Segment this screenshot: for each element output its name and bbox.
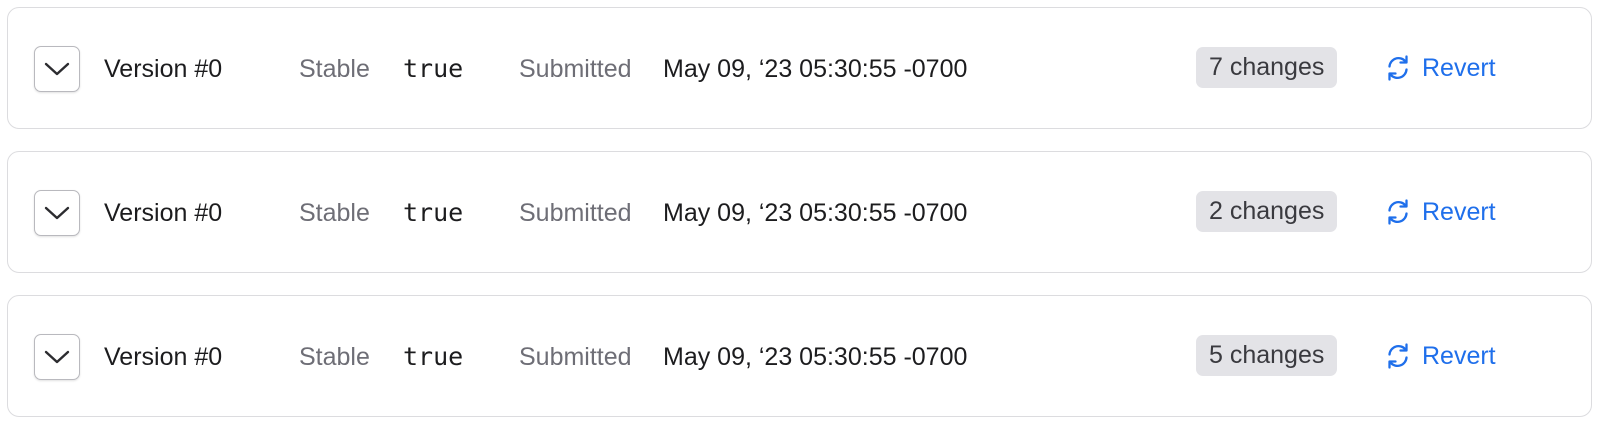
expand-button[interactable] [34,190,80,236]
revert-label: Revert [1422,197,1496,226]
submitted-label: Submitted [519,55,632,83]
stable-label: Stable [299,343,370,371]
revert-label: Revert [1422,53,1496,82]
chevron-down-icon [44,62,70,76]
stable-label: Stable [299,199,370,227]
refresh-icon [1384,54,1412,82]
revert-label: Revert [1422,341,1496,370]
stable-value: true [403,342,464,371]
version-title: Version #0 [104,199,223,227]
submitted-timestamp: May 09, ‘23 05:30:55 -0700 [663,55,968,83]
changes-badge: 2 changes [1196,191,1338,232]
chevron-down-icon [44,206,70,220]
chevron-down-icon [44,350,70,364]
version-row: Version #0 Stable true Submitted May 09,… [7,7,1592,129]
revert-button[interactable]: Revert [1384,192,1496,232]
version-history-list: Version #0 Stable true Submitted May 09,… [0,0,1600,432]
stable-value: true [403,54,464,83]
version-row: Version #0 Stable true Submitted May 09,… [7,295,1592,417]
expand-button[interactable] [34,46,80,92]
submitted-timestamp: May 09, ‘23 05:30:55 -0700 [663,343,968,371]
version-title: Version #0 [104,343,223,371]
submitted-timestamp: May 09, ‘23 05:30:55 -0700 [663,199,968,227]
refresh-icon [1384,342,1412,370]
stable-value: true [403,198,464,227]
expand-button[interactable] [34,334,80,380]
refresh-icon [1384,198,1412,226]
submitted-label: Submitted [519,343,632,371]
submitted-label: Submitted [519,199,632,227]
changes-badge: 7 changes [1196,47,1338,88]
stable-label: Stable [299,55,370,83]
revert-button[interactable]: Revert [1384,336,1496,376]
revert-button[interactable]: Revert [1384,48,1496,88]
version-row: Version #0 Stable true Submitted May 09,… [7,151,1592,273]
changes-badge: 5 changes [1196,335,1338,376]
version-title: Version #0 [104,55,223,83]
